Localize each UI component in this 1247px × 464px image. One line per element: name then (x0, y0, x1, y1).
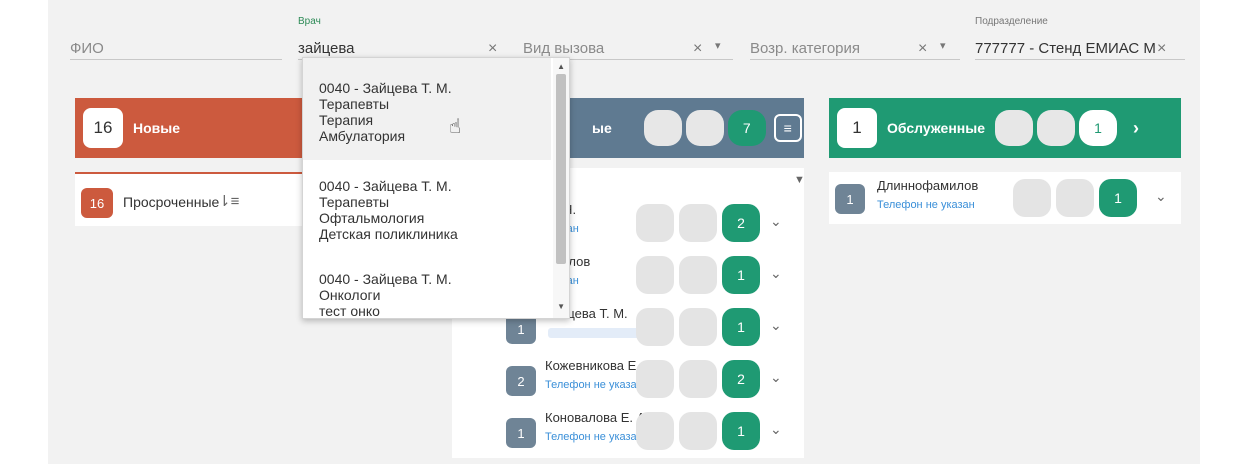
age-category-chevron-down-icon[interactable]: ▾ (940, 39, 946, 52)
active-pill-1 (643, 110, 682, 146)
overdue-count: 16 (81, 188, 113, 218)
expand-chevron-down-icon[interactable]: ⌄ (770, 317, 782, 334)
department-field[interactable]: Подразделение 777777 - Стенд ЕМИАС М × (975, 16, 1185, 60)
dropdown-scrollbar[interactable]: ▲ ▼ (553, 58, 569, 318)
served-label: Обслуженные (887, 120, 985, 136)
row-badge: 2 (506, 366, 536, 396)
department-input[interactable]: 777777 - Стенд ЕМИАС М (975, 40, 1155, 57)
doctor-label: Врач (298, 16, 321, 27)
dropdown-option[interactable]: 0040 - Зайцева Т. М. Онкологи тест онко (303, 255, 551, 319)
status-pill-count: 1 (722, 308, 760, 346)
status-pill (636, 308, 674, 346)
age-category-field[interactable]: Возр. категория × ▾ (750, 30, 960, 60)
table-row[interactable]: 1 Длиннофамилов Телефон не указан 1 ⌄ (829, 172, 1181, 224)
doctor-field[interactable]: Врач зайцева × (298, 16, 508, 60)
overdue-panel: 16 Просроченные ⇂≡ (75, 172, 303, 226)
new-label: Новые (133, 120, 181, 136)
status-pill-count: 1 (1099, 179, 1137, 217)
age-category-clear-icon[interactable]: × (918, 40, 927, 58)
call-type-clear-icon[interactable]: × (693, 40, 702, 58)
table-row[interactable]: 1 Коновалова Е. А. Телефон не указан 1 ⌄ (452, 406, 804, 458)
table-row[interactable]: 2 Кожевникова Е. Телефон не указан 2 ⌄ (452, 354, 804, 406)
scrollbar-thumb[interactable] (556, 74, 566, 264)
age-category-placeholder: Возр. категория (750, 40, 861, 57)
status-pill (679, 256, 717, 294)
column-new-header[interactable]: 16 Новые (75, 98, 303, 158)
status-pill (636, 204, 674, 242)
option-line: тест онко (319, 303, 380, 319)
status-pill (1013, 179, 1051, 217)
patient-phone: Телефон не указан (877, 199, 975, 211)
served-pill-1 (995, 110, 1033, 146)
expand-chevron-down-icon[interactable]: ⌄ (1155, 188, 1167, 205)
patient-name: Коновалова Е. А. (545, 410, 649, 425)
print-icon[interactable]: ≡ (773, 114, 802, 142)
option-line: Амбулатория (319, 128, 406, 144)
dropdown-option[interactable]: 0040 - Зайцева Т. М. Терапевты Офтальмол… (303, 160, 551, 255)
served-pill-2 (1037, 110, 1075, 146)
new-count: 16 (83, 108, 123, 148)
served-pill-count: 1 (1079, 110, 1117, 146)
overdue-label[interactable]: Просроченные (123, 194, 219, 210)
row-badge: 1 (835, 184, 865, 214)
active-label: ые (592, 120, 612, 136)
row-badge: 1 (506, 418, 536, 448)
option-line: 0040 - Зайцева Т. М. (319, 178, 452, 194)
served-list: 1 Длиннофамилов Телефон не указан 1 ⌄ (829, 172, 1181, 224)
dropdown-option[interactable]: 0040 - Зайцева Т. М. Терапевты Терапия А… (303, 58, 551, 160)
call-type-field[interactable]: Вид вызова × ▾ (523, 30, 733, 60)
expand-chevron-down-icon[interactable]: ⌄ (770, 265, 782, 282)
department-label: Подразделение (975, 16, 1048, 27)
option-line: Офтальмология (319, 210, 425, 226)
option-line: Онкологи (319, 287, 381, 303)
status-pill-count: 2 (722, 360, 760, 398)
hand-cursor-icon: ☝ (449, 116, 462, 138)
chevron-right-icon[interactable]: › (1133, 118, 1139, 139)
call-type-placeholder: Вид вызова (523, 40, 605, 57)
active-pill-2 (685, 110, 724, 146)
call-type-chevron-down-icon[interactable]: ▾ (715, 39, 721, 52)
patient-phone: Телефон не указан (545, 431, 643, 443)
column-served-header[interactable]: 1 Обслуженные 1 › (829, 98, 1181, 158)
status-pill-count: 1 (722, 412, 760, 450)
status-pill (679, 360, 717, 398)
option-line: 0040 - Зайцева Т. М. (319, 271, 452, 287)
status-pill-count: 2 (722, 204, 760, 242)
patient-name: Кожевникова Е. (545, 358, 640, 373)
expand-chevron-down-icon[interactable]: ⌄ (770, 213, 782, 230)
served-count: 1 (837, 108, 877, 148)
status-pill (679, 204, 717, 242)
status-pill (679, 412, 717, 450)
active-pill-count: 7 (727, 110, 766, 146)
active-sort-chevron-down-icon[interactable]: ▼ (794, 174, 805, 186)
patient-name: Длиннофамилов (877, 178, 979, 193)
option-line: Терапевты (319, 96, 390, 112)
status-pill-count: 1 (722, 256, 760, 294)
status-pill (1056, 179, 1094, 217)
status-pill (636, 360, 674, 398)
status-pill (636, 256, 674, 294)
status-pill (636, 412, 674, 450)
option-line: Терапия (319, 112, 374, 128)
department-clear-icon[interactable]: × (1157, 40, 1166, 58)
status-pill (679, 308, 717, 346)
doctor-input[interactable]: зайцева (298, 40, 355, 57)
fio-field[interactable]: ФИО (70, 30, 282, 60)
option-line: Детская поликлиника (319, 226, 458, 242)
doctor-clear-icon[interactable]: × (488, 40, 497, 58)
doctor-dropdown[interactable]: 0040 - Зайцева Т. М. Терапевты Терапия А… (302, 57, 570, 319)
patient-phone: Телефон не указан (545, 379, 643, 391)
sort-icon[interactable]: ⇂≡ (218, 192, 239, 210)
scroll-down-icon[interactable]: ▼ (557, 302, 565, 311)
expand-chevron-down-icon[interactable]: ⌄ (770, 369, 782, 386)
option-line: Терапевты (319, 194, 390, 210)
expand-chevron-down-icon[interactable]: ⌄ (770, 421, 782, 438)
fio-placeholder: ФИО (70, 40, 104, 57)
workspace: ФИО Врач зайцева × Вид вызова × ▾ Возр. … (48, 0, 1200, 464)
scroll-up-icon[interactable]: ▲ (557, 62, 565, 71)
option-line: 0040 - Зайцева Т. М. (319, 80, 452, 96)
